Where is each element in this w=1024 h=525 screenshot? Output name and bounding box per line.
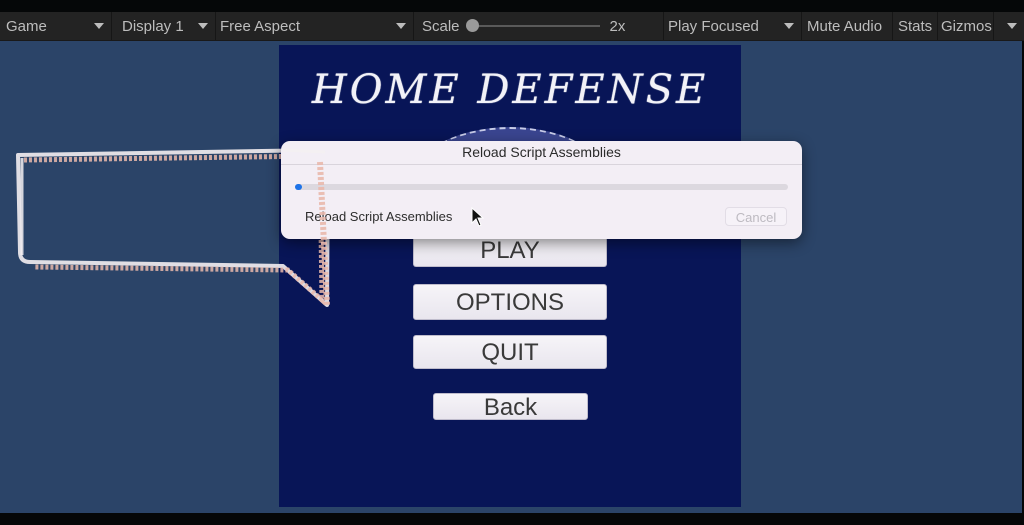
chevron-down-icon xyxy=(1007,23,1017,29)
gizmos-label: Gizmos xyxy=(941,17,992,35)
mouse-pointer-icon xyxy=(471,207,485,227)
display-label: Display 1 xyxy=(122,17,184,35)
progress-bar xyxy=(295,184,788,190)
game-view-toolbar: Game Display 1 Free Aspect Scale 2x Play… xyxy=(0,12,1024,41)
quit-button[interactable]: QUIT xyxy=(413,335,607,369)
aspect-label: Free Aspect xyxy=(220,17,301,35)
progress-bar-fill xyxy=(295,184,302,190)
play-mode-label: Play Focused xyxy=(668,17,759,35)
chevron-down-icon xyxy=(198,23,208,29)
options-button[interactable]: OPTIONS xyxy=(413,284,607,320)
chevron-down-icon xyxy=(396,23,406,29)
window-bottom-edge xyxy=(0,513,1024,525)
mute-audio-label: Mute Audio xyxy=(807,17,883,35)
scale-control: Scale 2x xyxy=(414,12,664,40)
cancel-button[interactable]: Cancel xyxy=(725,207,787,226)
stats-label: Stats xyxy=(898,17,933,35)
dialog-title: Reload Script Assemblies xyxy=(281,141,802,165)
display-dropdown[interactable]: Display 1 xyxy=(112,12,216,40)
aspect-dropdown[interactable]: Free Aspect xyxy=(216,12,414,40)
mute-audio-toggle[interactable]: Mute Audio xyxy=(802,12,893,40)
view-tab-dropdown[interactable]: Game xyxy=(0,12,112,40)
chevron-down-icon xyxy=(94,23,104,29)
scale-value: 2x xyxy=(609,17,626,35)
gizmos-dropdown[interactable] xyxy=(994,12,1024,40)
options-button-label: OPTIONS xyxy=(455,289,564,316)
back-button-label: Back xyxy=(483,394,538,421)
stats-toggle[interactable]: Stats xyxy=(893,12,938,40)
play-button-label: PLAY xyxy=(480,237,540,264)
scale-label: Scale xyxy=(422,17,460,35)
scale-slider-thumb[interactable] xyxy=(465,19,479,32)
view-tab-label: Game xyxy=(6,17,47,35)
back-button[interactable]: Back xyxy=(433,393,588,421)
play-mode-dropdown[interactable]: Play Focused xyxy=(664,12,802,40)
game-title: HOME DEFENSE xyxy=(311,67,709,113)
reload-script-assemblies-dialog: Reload Script Assemblies Reload Script A… xyxy=(281,141,802,239)
dialog-status-text: Reload Script Assemblies xyxy=(305,209,453,224)
chevron-down-icon xyxy=(784,23,794,29)
window-top-edge xyxy=(0,0,1024,12)
quit-button-label: QUIT xyxy=(481,339,539,366)
gizmos-toggle[interactable]: Gizmos xyxy=(938,12,994,40)
game-canvas: HOME DEFENSE PLAY OPTIONS QUIT Back xyxy=(279,45,741,507)
scale-slider[interactable] xyxy=(465,19,600,32)
